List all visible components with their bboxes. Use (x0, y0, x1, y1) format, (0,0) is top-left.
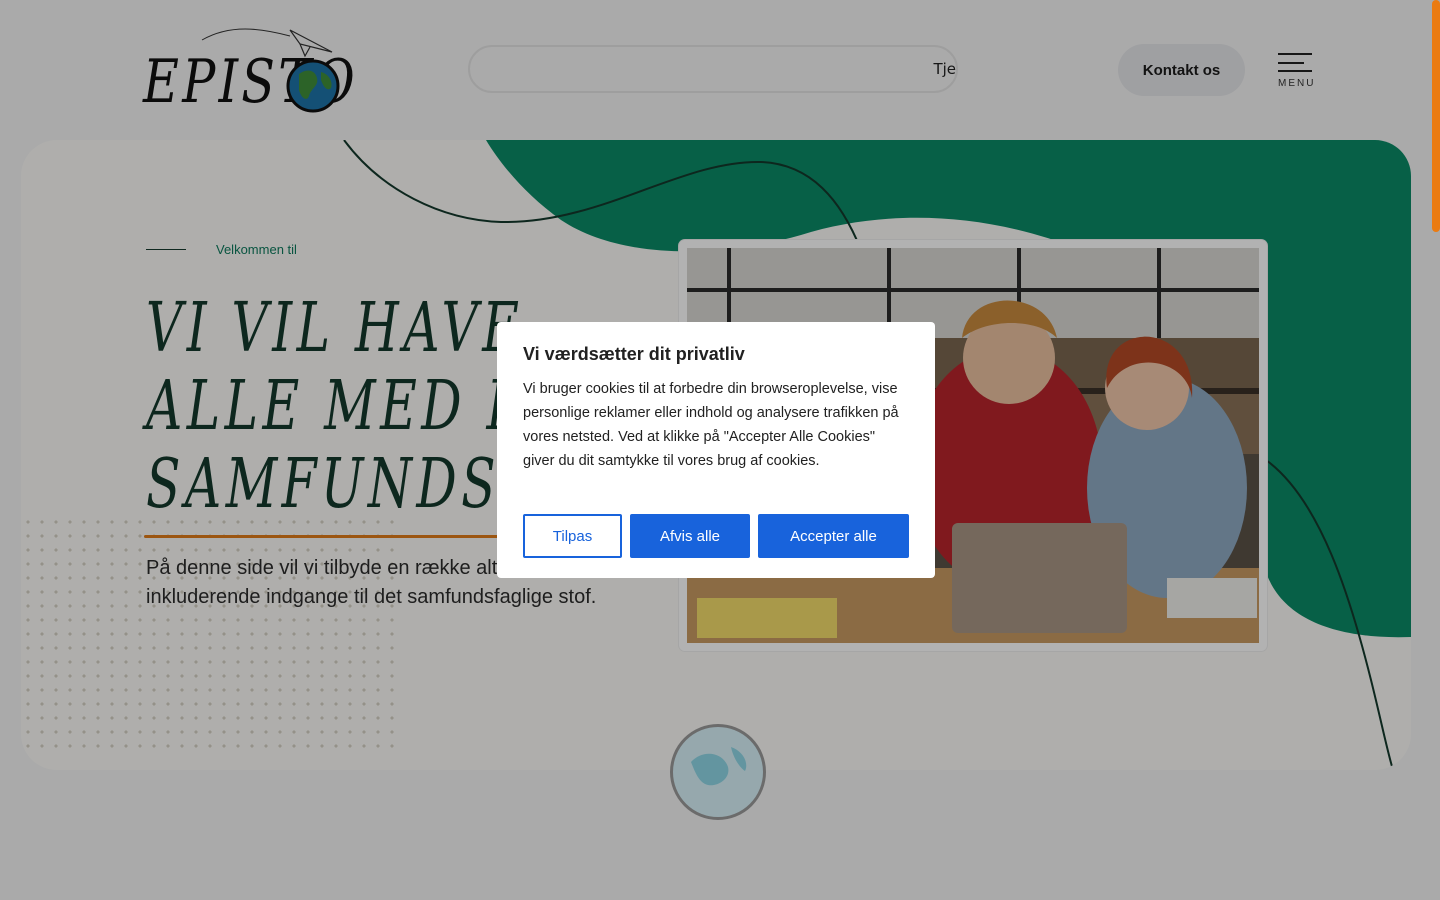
accept-all-button[interactable]: Accepter alle (758, 514, 909, 558)
cookie-consent-dialog: Vi værdsætter dit privatliv Vi bruger co… (497, 322, 935, 578)
cookie-actions: Tilpas Afvis alle Accepter alle (523, 514, 909, 558)
cookie-text: Vi bruger cookies til at forbedre din br… (523, 381, 899, 469)
cookie-title: Vi værdsætter dit privatliv (523, 344, 745, 364)
scrollbar-thumb[interactable] (1432, 0, 1440, 232)
customize-button[interactable]: Tilpas (523, 514, 622, 558)
reject-all-button[interactable]: Afvis alle (630, 514, 750, 558)
